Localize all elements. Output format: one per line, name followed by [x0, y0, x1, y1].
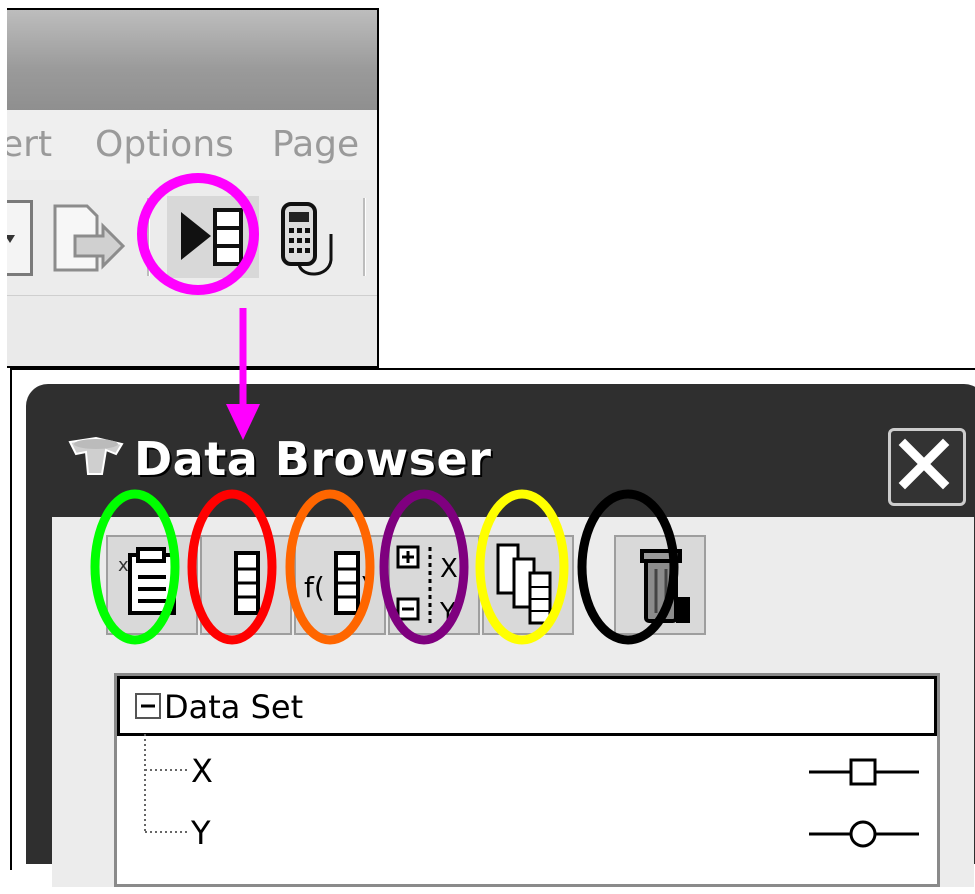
toolbar-separator: [147, 198, 150, 276]
collapse-icon[interactable]: [134, 692, 164, 722]
new-column-button[interactable]: [200, 535, 292, 635]
delete-button[interactable]: [614, 535, 706, 635]
data-browser-window-outer: Data Browser x f() X Y Data Set X Y: [10, 368, 975, 887]
tree-root-row[interactable]: Data Set: [117, 676, 937, 736]
menu-item-insert[interactable]: ert: [7, 124, 52, 165]
new-data-set-icon: x: [118, 547, 176, 615]
data-browser-app-icon: [66, 434, 126, 484]
tree-item-x[interactable]: X: [117, 748, 937, 798]
toolbar-separator: [363, 198, 366, 276]
function-column-icon: f( ): [304, 551, 371, 615]
copy-columns-icon: [496, 543, 552, 625]
tree-root-label: Data Set: [164, 688, 304, 726]
circle-marker-icon: [809, 820, 919, 848]
calculator-link-icon[interactable]: [277, 200, 347, 280]
data-browser-window: Data Browser x f() X Y Data Set X Y: [26, 384, 975, 887]
delete-icon: [640, 549, 690, 623]
app-window-crop: ert Options Page: [7, 8, 379, 368]
svg-text:X: X: [440, 554, 458, 584]
svg-text:): ): [360, 571, 371, 604]
menu-bar: ert Options Page: [7, 110, 377, 180]
tree-item-y[interactable]: Y: [117, 810, 937, 860]
dropdown-arrow-icon[interactable]: [7, 200, 33, 276]
window-title: Data Browser: [134, 432, 492, 486]
tree-item-label: Y: [191, 814, 211, 852]
menu-item-options[interactable]: Options: [95, 124, 234, 165]
data-browser-icon[interactable]: [167, 196, 259, 278]
close-button[interactable]: [888, 428, 966, 506]
svg-text:f(: f(: [304, 571, 325, 604]
add-remove-variable-icon: X Y: [396, 545, 458, 628]
close-icon: [898, 438, 950, 490]
svg-text:x: x: [118, 555, 129, 576]
copy-columns-button[interactable]: [482, 535, 574, 635]
app-content-area: [7, 295, 377, 366]
app-titlebar: [7, 10, 377, 110]
new-data-set-button[interactable]: x: [106, 535, 198, 635]
svg-text:Y: Y: [439, 598, 456, 628]
app-toolbar: [7, 180, 377, 295]
function-column-button[interactable]: f( ): [294, 535, 386, 635]
menu-item-page[interactable]: Page: [272, 124, 359, 165]
add-remove-variable-button[interactable]: X Y: [388, 535, 480, 635]
square-marker-icon: [809, 758, 919, 786]
data-browser-body: x f() X Y Data Set X Y: [52, 517, 974, 887]
tree-item-label: X: [191, 752, 213, 790]
send-to-page-icon[interactable]: [49, 200, 129, 280]
new-column-icon: [234, 551, 260, 615]
data-tree[interactable]: Data Set X Y: [114, 673, 940, 887]
